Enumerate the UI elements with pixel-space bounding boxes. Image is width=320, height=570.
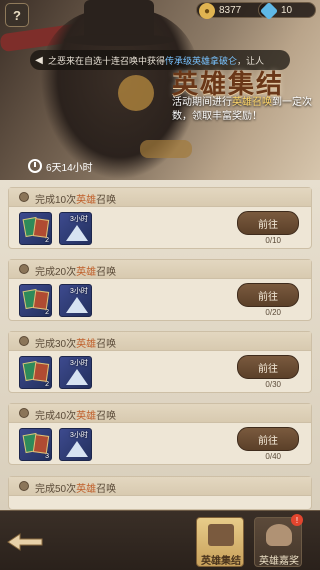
task-highlight: 英雄 [76,411,97,422]
task-header: 完成20次英雄召唤 [9,260,311,279]
tab-label: 英雄集结 [201,556,241,567]
summon-card-reward[interactable]: 2 [19,212,52,245]
task-bullet-icon [19,481,29,491]
reward-qty: 2 [45,309,49,316]
task-label: 完成30次英雄召唤 [35,335,116,350]
task-progress: 0/10 [265,236,281,245]
question-icon: ? [13,7,21,23]
desc-prefix: 活动期间进行 [172,97,232,108]
task-label: 完成20次英雄召唤 [35,263,116,278]
tab-hero-assemble[interactable]: 英雄集结 [196,517,244,567]
task-label-prefix: 完成 [35,484,55,495]
task-label-suffix: 召唤 [96,411,117,422]
task-card: 完成30次英雄召唤 2 3小时 前往 0/30 [8,331,312,393]
go-button[interactable]: 前往 [237,211,299,235]
task-bullet-icon [19,336,29,346]
task-label-suffix: 召唤 [96,339,117,350]
go-button[interactable]: 前往 [237,355,299,379]
event-description: 活动期间进行英雄召唤到一定次数，领取丰富奖励！ [172,96,318,124]
coin-icon: ● [199,3,215,19]
reward-qty: 3 [45,453,49,460]
task-label: 完成50次英雄召唤 [35,480,116,495]
task-label-prefix: 完成 [35,339,55,350]
notification-badge: ! [291,514,303,526]
arrow-left-icon [7,533,43,551]
time-boost-reward[interactable]: 3小时 [59,356,92,389]
task-highlight: 英雄 [76,195,97,206]
diamond-icon [259,1,279,21]
tab-label: 英雄嘉奖 [259,556,299,567]
summon-card-reward[interactable]: 3 [19,428,52,461]
cards-icon [208,524,234,546]
task-header: 完成40次英雄召唤 [9,404,311,423]
time-boost-reward[interactable]: 3小时 [59,284,92,317]
task-card: 完成50次英雄召唤 [8,476,312,510]
task-label-suffix: 召唤 [96,267,117,278]
desc-highlight: 英雄召唤 [232,97,272,108]
hero-hat-brim [64,34,174,46]
task-card: 完成40次英雄召唤 3 3小时 前往 0/40 [8,403,312,465]
task-count: 30次 [55,339,77,350]
task-count: 20次 [55,267,77,278]
chest-icon [266,524,292,546]
task-label-prefix: 完成 [35,195,55,206]
go-button[interactable]: 前往 [237,283,299,307]
help-button[interactable]: ? [5,3,29,27]
task-bullet-icon [19,192,29,202]
time-boost-reward[interactable]: 3小时 [59,212,92,245]
task-bullet-icon [19,264,29,274]
task-label-suffix: 召唤 [96,484,117,495]
task-label-suffix: 召唤 [96,195,117,206]
task-label-prefix: 完成 [35,411,55,422]
event-countdown: 6天14小时 [28,157,93,175]
task-header: 完成10次英雄召唤 [9,188,311,207]
task-header: 完成30次英雄召唤 [9,332,311,351]
task-count: 10次 [55,195,77,206]
task-highlight: 英雄 [76,484,97,495]
task-bullet-icon [19,408,29,418]
hero-gun [140,140,192,158]
gem-counter[interactable]: 10 [258,1,316,21]
reward-time-label: 3小时 [70,360,88,367]
task-progress: 0/30 [265,380,281,389]
task-highlight: 英雄 [76,339,97,350]
reward-qty: 2 [45,237,49,244]
gold-amount: 8377 [219,4,242,16]
task-count: 50次 [55,484,77,495]
task-card: 完成20次英雄召唤 2 3小时 前往 0/20 [8,259,312,321]
gem-amount: 10 [281,4,293,16]
back-button[interactable] [6,531,44,553]
task-list[interactable]: 完成10次英雄召唤 2 3小时 前往 0/10 完成20次英雄召唤 2 3小时 … [0,180,320,510]
task-highlight: 英雄 [76,267,97,278]
task-header: 完成50次英雄召唤 [9,477,311,496]
reward-time-label: 3小时 [70,216,88,223]
hero-ornament [118,75,154,111]
top-bar: ? ● 8377 10 [0,0,320,27]
clock-icon [28,159,42,173]
task-label: 完成40次英雄召唤 [35,407,116,422]
time-boost-reward[interactable]: 3小时 [59,428,92,461]
task-count: 40次 [55,411,77,422]
reward-qty: 2 [45,381,49,388]
task-label: 完成10次英雄召唤 [35,191,116,206]
task-progress: 0/20 [265,308,281,317]
reward-time-label: 3小时 [70,288,88,295]
summon-card-reward[interactable]: 2 [19,284,52,317]
task-progress: 0/40 [265,452,281,461]
marquee-text-prefix: 之恶来在自选十连召唤中获得 [48,55,166,66]
reward-time-label: 3小时 [70,432,88,439]
tab-hero-reward[interactable]: 英雄嘉奖 ! [254,514,303,567]
speaker-icon: ◀ [35,54,43,66]
go-button[interactable]: 前往 [237,427,299,451]
bottom-nav: 英雄集结 英雄嘉奖 ! [0,510,320,570]
summon-card-reward[interactable]: 2 [19,356,52,389]
task-card: 完成10次英雄召唤 2 3小时 前往 0/10 [8,187,312,249]
countdown-text: 6天14小时 [46,162,93,174]
task-label-prefix: 完成 [35,267,55,278]
